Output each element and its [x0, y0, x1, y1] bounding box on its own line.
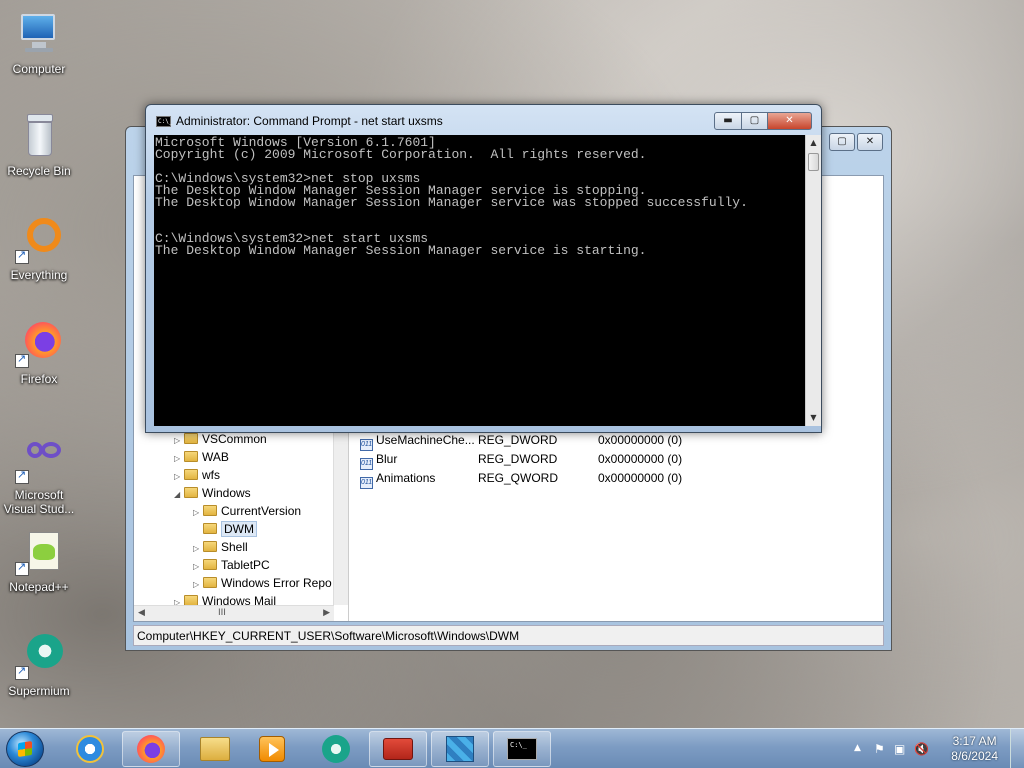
desktop-icon-notepadpp[interactable]: Notepad++ [0, 528, 78, 594]
taskbar-registry-editor[interactable] [431, 731, 489, 767]
taskbar-supermium[interactable] [307, 731, 365, 767]
computer-icon [15, 10, 63, 58]
taskbar-firefox[interactable] [122, 731, 180, 767]
supermium-icon [322, 735, 350, 763]
minimize-button[interactable]: ▬ [714, 112, 742, 130]
registry-caption-buttons: ▢ ✕ [829, 133, 883, 151]
folder-icon [184, 433, 198, 444]
desktop-icon-label: Computer [12, 62, 66, 76]
folder-icon [184, 487, 198, 498]
caption-buttons: ▬ ▢ ✕ [714, 112, 812, 130]
status-bar: Computer\HKEY_CURRENT_USER\Software\Micr… [133, 625, 884, 646]
everything-icon [15, 216, 63, 264]
command-prompt-icon: C:\_ [507, 738, 537, 760]
desktop-icon-supermium[interactable]: Supermium [0, 632, 78, 698]
show-hidden-icons-button[interactable]: ▲ [854, 743, 861, 753]
desktop-icon-everything[interactable]: Everything [0, 216, 78, 282]
desktop-icon-label: Supermium [8, 684, 70, 698]
internet-explorer-icon [76, 735, 104, 763]
folder-icon [203, 577, 217, 588]
volume-muted-icon[interactable]: 🔇 [914, 742, 929, 756]
folder-icon [184, 469, 198, 480]
media-player-icon [259, 736, 285, 762]
console-output[interactable]: Microsoft Windows [Version 6.1.7601] Copy… [154, 135, 805, 426]
desktop-icon-label: Notepad++ [9, 580, 69, 594]
console-line: Copyright (c) 2009 Microsoft Corporation… [155, 147, 647, 162]
tree-item-currentversion[interactable]: ▷ CurrentVersion [193, 502, 301, 520]
desktop-icon-firefox[interactable]: Firefox [0, 320, 78, 386]
folder-icon [203, 523, 217, 534]
clock-date: 8/6/2024 [951, 749, 998, 763]
tree-item-tabletpc[interactable]: ▷ TabletPC [193, 556, 270, 574]
folder-icon [200, 737, 230, 761]
scroll-down-icon[interactable]: ▼ [806, 410, 821, 426]
reg-binary-icon: 011 [360, 477, 373, 489]
console-line: The Desktop Window Manager Session Manag… [155, 195, 748, 210]
command-prompt-window[interactable]: C:\_ Administrator: Command Prompt - net… [145, 104, 822, 433]
scroll-thumb[interactable]: III [218, 608, 226, 618]
shortcut-arrow-icon [15, 560, 29, 576]
collapse-icon[interactable]: ◢ [174, 486, 184, 504]
shortcut-arrow-icon [15, 468, 29, 484]
taskbar-media-player[interactable] [243, 731, 301, 767]
scroll-up-icon[interactable]: ▲ [806, 135, 821, 151]
folder-icon [203, 541, 217, 552]
clock-time: 3:17 AM [952, 734, 997, 748]
close-button[interactable]: ✕ [857, 133, 883, 151]
shortcut-arrow-icon [15, 248, 29, 264]
tree-item-windows[interactable]: ◢ Windows [174, 484, 251, 502]
folder-icon [203, 559, 217, 570]
tree-item-windows-error-reporting[interactable]: ▷ Windows Error Repo [193, 574, 332, 592]
registry-editor-icon [446, 736, 474, 762]
desktop-icon-computer[interactable]: Computer [0, 10, 78, 76]
taskbar: C:\_ ▲ ⚑ ▣ 🔇 3:17 AM 8/6/2024 [0, 728, 1024, 768]
console-line: The Desktop Window Manager Session Manag… [155, 243, 647, 258]
tree-horizontal-scrollbar[interactable]: ◀ III ▶ [134, 605, 334, 621]
scroll-left-icon[interactable]: ◀ [138, 608, 145, 618]
show-desktop-button[interactable] [1010, 729, 1024, 768]
window-title: Administrator: Command Prompt - net star… [176, 114, 443, 128]
close-button[interactable]: ✕ [768, 112, 812, 130]
maximize-button[interactable]: ▢ [742, 112, 768, 130]
start-button[interactable] [6, 731, 44, 767]
taskbar-toolbox[interactable] [369, 731, 427, 767]
taskbar-file-explorer[interactable] [186, 731, 244, 767]
desktop-icon-visual-studio[interactable]: Microsoft Visual Stud... [0, 436, 78, 516]
network-icon[interactable]: ▣ [894, 742, 905, 756]
desktop-icon-label: Everything [10, 268, 68, 282]
system-tray: ▲ ⚑ ▣ 🔇 3:17 AM 8/6/2024 [844, 729, 1024, 768]
tree-item-dwm[interactable]: DWM [193, 520, 257, 538]
console-vertical-scrollbar[interactable]: ▲ ▼ [805, 135, 821, 426]
visual-studio-icon [15, 436, 63, 484]
desktop-icon-label: Microsoft Visual Stud... [3, 488, 75, 516]
maximize-button[interactable]: ▢ [829, 133, 855, 151]
action-center-flag-icon[interactable]: ⚑ [874, 742, 885, 756]
desktop-icon-recycle-bin[interactable]: Recycle Bin [0, 112, 78, 178]
supermium-icon [15, 632, 63, 680]
taskbar-internet-explorer[interactable] [61, 731, 119, 767]
window-title-bar[interactable]: C:\_ Administrator: Command Prompt - net… [156, 114, 443, 128]
desktop-icon-label: Recycle Bin [7, 164, 71, 178]
firefox-icon [137, 735, 165, 763]
desktop-icon-label: Firefox [20, 372, 58, 386]
toolbox-icon [383, 738, 413, 760]
folder-icon [184, 451, 198, 462]
scroll-thumb[interactable] [808, 153, 819, 171]
tree-item-shell[interactable]: ▷ Shell [193, 538, 248, 556]
recycle-bin-icon [15, 112, 63, 160]
notepadpp-icon [15, 528, 63, 576]
taskbar-clock[interactable]: 3:17 AM 8/6/2024 [951, 734, 998, 764]
tree-item-wfs[interactable]: ▷ wfs [174, 466, 220, 484]
cmd-icon: C:\_ [156, 115, 173, 127]
shortcut-arrow-icon [15, 352, 29, 368]
tree-item-wab[interactable]: ▷ WAB [174, 448, 229, 466]
folder-icon [203, 505, 217, 516]
shortcut-arrow-icon [15, 664, 29, 680]
taskbar-command-prompt[interactable]: C:\_ [493, 731, 551, 767]
firefox-icon [15, 320, 63, 368]
scroll-right-icon[interactable]: ▶ [323, 608, 330, 618]
